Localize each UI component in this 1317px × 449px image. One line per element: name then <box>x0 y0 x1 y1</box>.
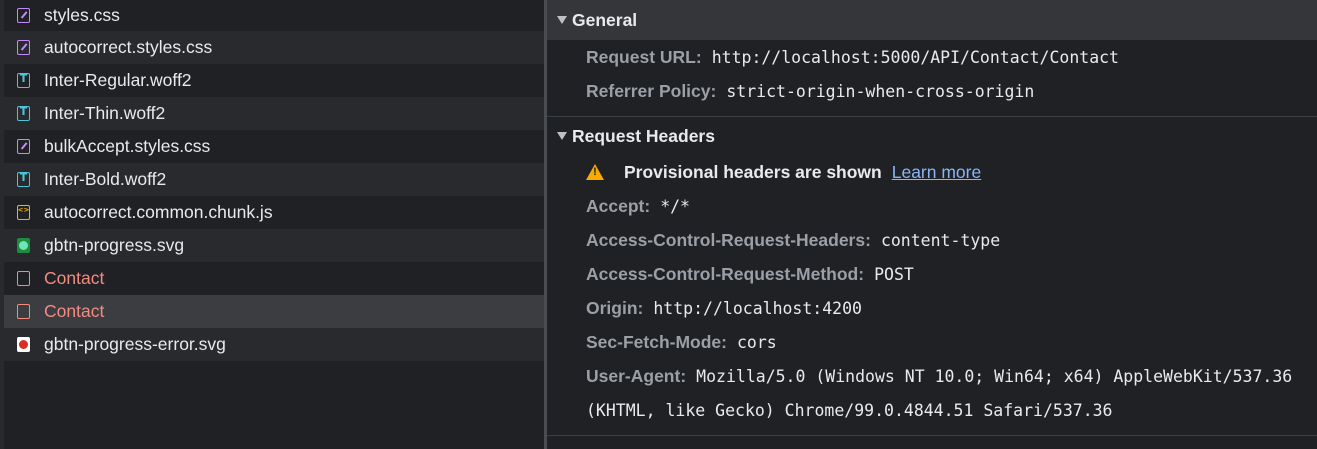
request-row-bulkaccept-styles-css[interactable]: bulkAccept.styles.css <box>0 130 544 163</box>
request-row-autocorrect-common-chunk-js[interactable]: autocorrect.common.chunk.js <box>0 196 544 229</box>
header-row-acrm: Access-Control-Request-Method: POST <box>547 257 1317 291</box>
header-key: Access-Control-Request-Method: <box>586 263 865 284</box>
request-list: styles.css autocorrect.styles.css Inter-… <box>0 0 544 449</box>
header-row-user-agent: User-Agent: Mozilla/5.0 (Windows NT 10.0… <box>547 359 1317 393</box>
svg-image-icon <box>17 238 30 253</box>
request-name: styles.css <box>44 5 120 25</box>
font-file-icon <box>17 105 30 121</box>
header-value: POST <box>874 264 914 284</box>
header-value: strict-origin-when-cross-origin <box>726 81 1035 101</box>
header-row-request-url: Request URL: http://localhost:5000/API/C… <box>547 40 1317 74</box>
header-key: Request URL: <box>586 46 702 67</box>
document-error-icon <box>17 271 30 286</box>
request-name: autocorrect.styles.css <box>44 37 213 57</box>
warning-icon <box>586 164 604 180</box>
header-key: Sec-Fetch-Mode: <box>586 331 727 352</box>
css-file-icon <box>17 40 30 55</box>
request-row-styles-css[interactable]: styles.css <box>0 0 544 31</box>
request-row-gbtn-progress-error-svg[interactable]: gbtn-progress-error.svg <box>0 328 544 361</box>
header-value: http://localhost:4200 <box>653 298 862 318</box>
header-row-accept: Accept: */* <box>547 189 1317 223</box>
header-key: Origin: <box>586 297 644 318</box>
request-name: Contact <box>44 268 105 288</box>
header-value: */* <box>660 196 690 216</box>
header-row-referrer-policy: Referrer Policy: strict-origin-when-cros… <box>547 74 1317 108</box>
section-title: Request Headers <box>572 125 715 146</box>
triangle-down-icon <box>557 16 567 24</box>
header-value: content-type <box>880 230 1001 250</box>
header-key: Accept: <box>586 195 651 216</box>
css-file-icon <box>17 139 30 154</box>
font-file-icon <box>17 171 30 187</box>
general-section-header[interactable]: General <box>547 0 1317 40</box>
section-title: General <box>572 9 638 30</box>
request-headers-section-header[interactable]: Request Headers <box>547 117 1317 155</box>
header-row-acrh: Access-Control-Request-Headers: content-… <box>547 223 1317 257</box>
provisional-headers-warning: Provisional headers are shown Learn more <box>547 155 1317 189</box>
header-row-sec-fetch-mode: Sec-Fetch-Mode: cors <box>547 325 1317 359</box>
js-file-icon <box>17 205 30 220</box>
request-name: bulkAccept.styles.css <box>44 136 211 156</box>
triangle-down-icon <box>557 132 567 140</box>
request-row-inter-bold[interactable]: Inter-Bold.woff2 <box>0 163 544 196</box>
request-name: Inter-Regular.woff2 <box>44 70 192 90</box>
header-row-user-agent-cont: (KHTML, like Gecko) Chrome/99.0.4844.51 … <box>547 393 1317 427</box>
warning-text: Provisional headers are shown <box>624 161 882 182</box>
request-row-contact[interactable]: Contact <box>0 262 544 295</box>
request-row-inter-thin[interactable]: Inter-Thin.woff2 <box>0 97 544 130</box>
request-name: gbtn-progress-error.svg <box>44 334 226 354</box>
request-row-gbtn-progress-svg[interactable]: gbtn-progress.svg <box>0 229 544 262</box>
request-name: gbtn-progress.svg <box>44 235 185 255</box>
header-key: Access-Control-Request-Headers: <box>586 229 871 250</box>
header-value: (KHTML, like Gecko) Chrome/99.0.4844.51 … <box>586 400 1113 420</box>
section-divider <box>547 435 1317 436</box>
request-row-autocorrect-styles-css[interactable]: autocorrect.styles.css <box>0 31 544 64</box>
document-error-icon <box>17 304 30 319</box>
learn-more-link[interactable]: Learn more <box>892 162 982 183</box>
header-key: Referrer Policy: <box>586 80 717 101</box>
request-name: Inter-Thin.woff2 <box>44 103 166 123</box>
font-file-icon <box>17 72 30 88</box>
header-row-origin: Origin: http://localhost:4200 <box>547 291 1317 325</box>
header-value: http://localhost:5000/API/Contact/Contac… <box>711 47 1119 67</box>
request-row-inter-regular[interactable]: Inter-Regular.woff2 <box>0 64 544 97</box>
header-value: cors <box>736 332 777 352</box>
css-file-icon <box>17 8 30 23</box>
request-name: Contact <box>44 301 105 321</box>
header-value: Mozilla/5.0 (Windows NT 10.0; Win64; x64… <box>696 366 1293 386</box>
request-row-contact-selected[interactable]: Contact <box>0 295 544 328</box>
svg-error-image-icon <box>17 337 30 352</box>
devtools-network-panel: styles.css autocorrect.styles.css Inter-… <box>0 0 1317 449</box>
request-name: autocorrect.common.chunk.js <box>44 202 273 222</box>
request-name: Inter-Bold.woff2 <box>44 169 167 189</box>
header-key: User-Agent: <box>586 365 687 386</box>
headers-pane: General Request URL: http://localhost:50… <box>547 0 1317 449</box>
